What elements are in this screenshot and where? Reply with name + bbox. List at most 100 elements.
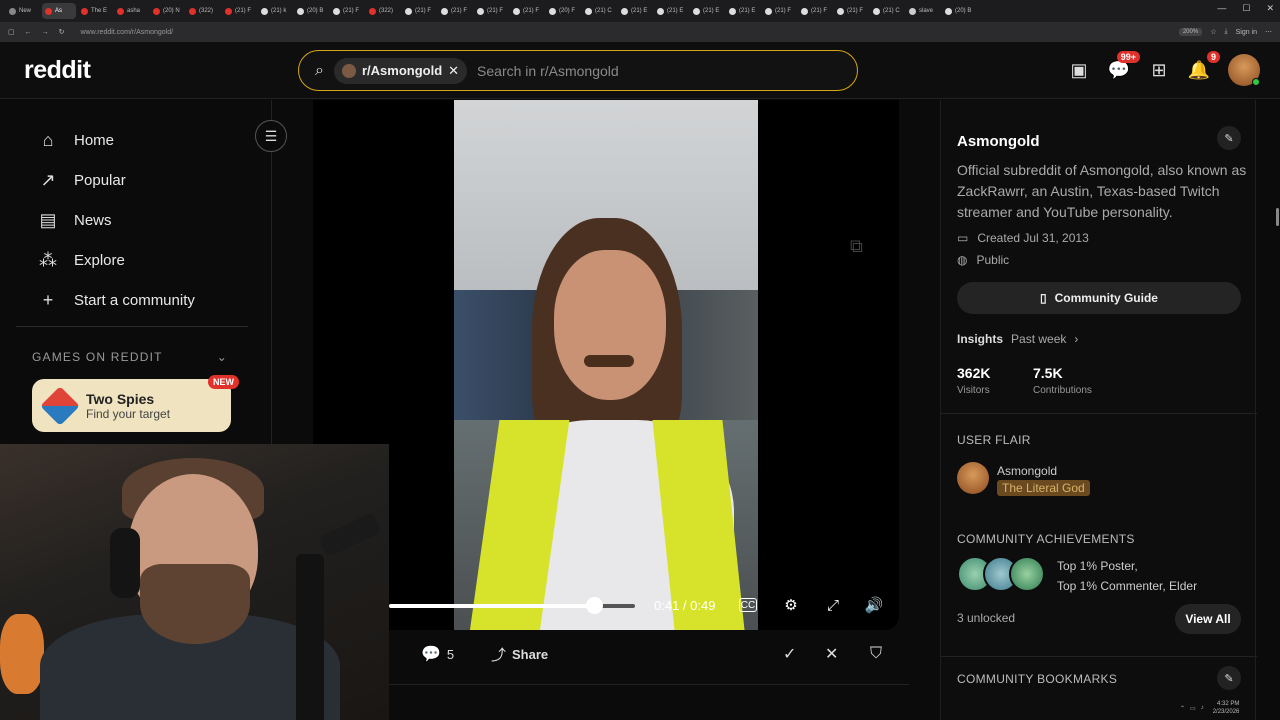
flair-tag[interactable]: The Literal God [997,480,1090,496]
guide-icon: ▯ [1040,291,1047,305]
browser-tab[interactable]: (21) F [834,3,868,19]
browser-tab[interactable]: (20) B [294,3,328,19]
browser-tab[interactable]: (20) N [150,3,184,19]
sign-in-button[interactable]: Sign in [1236,29,1257,36]
search-community-chip[interactable]: r/Asmongold ✕ [333,57,468,84]
approve-button[interactable]: ✓ [783,644,796,664]
browser-tab[interactable]: New [6,3,40,19]
video-progress-played[interactable] [389,604,595,608]
edit-bookmarks-button[interactable]: ✎ [1217,666,1241,690]
picture-in-picture-icon[interactable]: ⧉ [850,236,863,257]
chat-icon[interactable]: 💬 99+ [1108,51,1140,81]
clear-chip-icon[interactable]: ✕ [448,63,459,79]
forward-icon[interactable]: → [42,29,49,36]
browser-tab[interactable]: (21) F [798,3,832,19]
speaker-icon[interactable]: ♪ [1201,705,1204,711]
sidebar-item-popular[interactable]: ↗ Popular [38,160,195,200]
notifications-icon[interactable]: 🔔 9 [1188,51,1220,81]
video-controls: 0:41 / 0:49 CC ⚙ ⤢ 🔊 [389,588,899,622]
browser-tab[interactable]: (21) E [690,3,724,19]
mod-shield-button[interactable]: ⛉ [870,645,882,663]
community-guide-button[interactable]: ▯ Community Guide [957,282,1241,314]
browser-tab[interactable]: (20) F [546,3,580,19]
minimize-icon[interactable]: — [1217,3,1226,14]
browser-tab[interactable]: slave [906,3,940,19]
tab-favicon-icon [549,7,556,15]
browser-tab[interactable]: (21) F [510,3,544,19]
browser-tab[interactable]: (21) F [222,3,256,19]
remove-button[interactable]: ✕ [825,644,838,664]
tab-label: (21) E [739,8,756,14]
reddit-logo[interactable]: reddit [24,56,91,85]
browser-tab[interactable]: (20) B [942,3,976,19]
games-section-header[interactable]: GAMES ON REDDIT ⌄ [32,350,228,364]
game-card-two-spies[interactable]: Two Spies Find your target NEW [32,375,239,432]
browser-tab[interactable]: (21) F [474,3,508,19]
video-scrub-handle[interactable] [585,597,603,614]
collapse-sidebar-button[interactable]: ☰ [255,120,287,152]
volume-icon[interactable]: 🔊 [863,594,885,616]
browser-tab[interactable]: (21) C [870,3,904,19]
browser-tab[interactable]: The E [78,3,112,19]
maximize-icon[interactable]: ☐ [1242,3,1250,14]
zoom-level[interactable]: 200% [1178,28,1203,36]
browser-tab[interactable]: (21) F [762,3,796,19]
search-input[interactable]: Search in r/Asmongold [477,63,619,79]
system-tray: ⌃ ▭ ♪ 4:32 PM 2/23/2026 [1180,696,1280,720]
system-clock[interactable]: 4:32 PM 2/23/2026 [1213,700,1240,716]
download-icon[interactable]: ⤓ [1224,28,1227,36]
network-icon[interactable]: ▭ [1190,705,1196,712]
menu-icon[interactable]: ⋯ [1265,28,1272,36]
browser-tab[interactable]: asha [114,3,148,19]
community-guide-label: Community Guide [1054,291,1158,305]
fullscreen-icon[interactable]: ⤢ [822,594,844,616]
browser-tab[interactable]: (322) [186,3,220,19]
sidebar-toggle-icon[interactable]: ▢ [8,28,15,36]
create-post-icon[interactable]: ⊞ [1148,59,1170,81]
edit-community-button[interactable]: ✎ [1217,126,1241,150]
address-bar: ▢ ← → ↻ www.reddit.com/r/Asmongold/ 200%… [0,22,1280,42]
video-player[interactable] [454,100,758,630]
reload-icon[interactable]: ↻ [59,28,65,36]
browser-tab[interactable]: (21) C [582,3,616,19]
tab-favicon-icon [585,7,592,15]
community-avatar [341,63,356,78]
achievement-badge-icon[interactable] [1009,556,1045,592]
browser-tab[interactable]: (21) E [654,3,688,19]
sidebar-item-explore[interactable]: ⁂ Explore [38,240,195,280]
section-divider [941,413,1257,414]
tray-chevron-icon[interactable]: ⌃ [1180,705,1185,712]
captions-icon[interactable]: CC [739,598,757,612]
sidebar-item-home[interactable]: ⌂ Home [38,120,195,160]
view-all-button[interactable]: View All [1175,604,1241,634]
user-avatar[interactable] [1228,54,1260,86]
search-bar[interactable]: ⌕ r/Asmongold ✕ Search in r/Asmongold [298,50,858,91]
comments-button[interactable]: 💬 5 [421,644,454,664]
sidebar-divider [16,326,248,327]
tab-favicon-icon [513,7,520,15]
browser-tab[interactable]: (21) k [258,3,292,19]
back-icon[interactable]: ← [25,29,32,36]
tab-label: (21) F [235,8,252,14]
browser-tab[interactable]: (21) F [330,3,364,19]
close-window-icon[interactable]: ✕ [1266,3,1274,14]
browser-tab[interactable]: As [42,3,76,19]
insights-row[interactable]: Insights Past week › [957,332,1078,346]
page-scrollbar[interactable] [1276,208,1279,226]
favorite-icon[interactable]: ☆ [1210,28,1216,36]
advertise-icon[interactable]: ▣ [1068,59,1090,81]
sidebar-item-start-a-community[interactable]: + Start a community [38,280,195,320]
sidebar-nav: ⌂ Home ↗ Popular ▤ News ⁂ Explore + Start a commu… [38,120,195,320]
url-field[interactable]: www.reddit.com/r/Asmongold/ [81,29,174,36]
sidebar-item-label: Home [74,131,115,149]
browser-tab[interactable]: (21) E [618,3,652,19]
browser-tab[interactable]: (21) F [438,3,472,19]
browser-tab[interactable]: (21) E [726,3,760,19]
browser-tab[interactable]: (21) F [402,3,436,19]
sidebar-item-news[interactable]: ▤ News [38,200,195,240]
search-chip-label: r/Asmongold [361,63,443,78]
share-button[interactable]: ⤴ Share [491,644,548,665]
settings-gear-icon[interactable]: ⚙ [780,594,802,616]
comment-icon: 💬 [421,646,441,663]
browser-tab[interactable]: (322) [366,3,400,19]
